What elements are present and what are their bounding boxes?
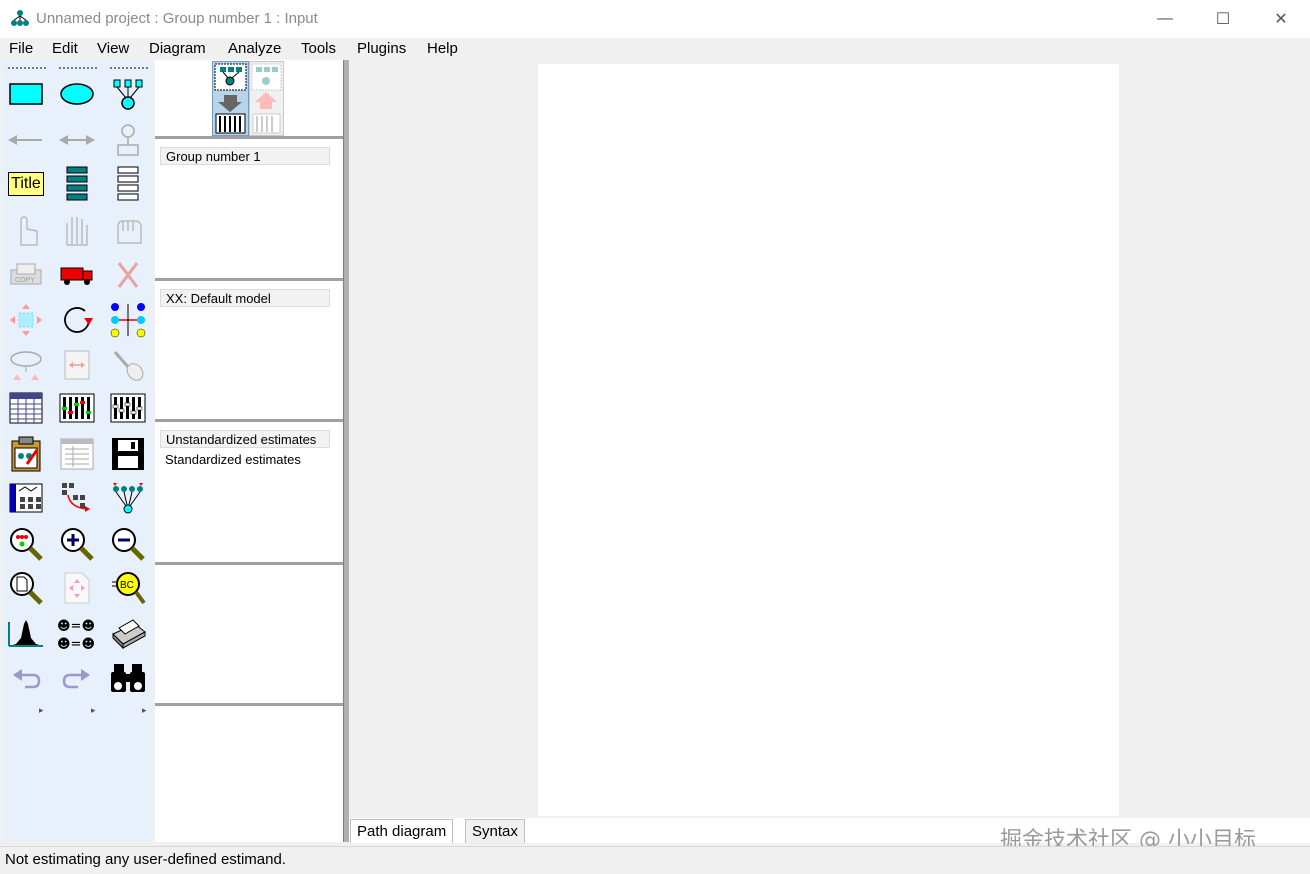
select-all-objects-icon[interactable] <box>57 210 97 250</box>
menu-help[interactable]: Help <box>427 40 458 57</box>
undo-icon[interactable] <box>6 658 46 698</box>
close-button[interactable]: ✕ <box>1252 0 1310 38</box>
toolbox-grip-1 <box>8 67 46 72</box>
bayesian-estimation-icon[interactable] <box>6 613 46 653</box>
more-tools-col3-icon[interactable]: ▸ <box>142 705 147 716</box>
zoom-page-icon[interactable] <box>6 568 46 608</box>
svg-text:☻=☻: ☻=☻ <box>57 619 95 634</box>
menu-tools[interactable]: Tools <box>301 40 336 57</box>
menu-diagram[interactable]: Diagram <box>149 40 206 57</box>
view-output-icon <box>251 63 282 134</box>
panel-separator-3 <box>155 419 343 422</box>
draw-covariance-icon[interactable] <box>57 120 97 160</box>
specification-search-icon[interactable] <box>108 658 148 698</box>
toolbox-grip-2 <box>59 67 97 72</box>
tab-syntax[interactable]: Syntax <box>465 819 525 843</box>
draw-path-icon[interactable] <box>6 120 46 160</box>
move-objects-icon[interactable] <box>57 255 97 295</box>
view-text-icon[interactable] <box>57 434 97 474</box>
maximize-button[interactable]: ☐ <box>1194 0 1252 38</box>
group-list-item[interactable]: Group number 1 <box>160 147 330 165</box>
title-bar: Unnamed project : Group number 1 : Input… <box>0 0 1310 38</box>
panel-separator-1 <box>155 136 343 139</box>
touch-up-icon[interactable] <box>108 345 148 385</box>
calculate-estimates-icon[interactable] <box>108 388 148 428</box>
unstandardized-estimates-item[interactable]: Unstandardized estimates <box>160 430 330 448</box>
select-one-object-icon[interactable] <box>6 210 46 250</box>
panel-separator-2 <box>155 278 343 281</box>
drag-properties-icon[interactable] <box>57 478 97 518</box>
figure-caption-icon[interactable]: Title <box>6 164 46 204</box>
minimize-button[interactable]: — <box>1136 0 1194 38</box>
title-tool-label: Title <box>8 172 44 196</box>
zoom-in-icon[interactable] <box>57 524 97 564</box>
tab-path-diagram[interactable]: Path diagram <box>350 819 454 843</box>
copy-to-clipboard-icon[interactable] <box>6 434 46 474</box>
standardized-estimates-item[interactable]: Standardized estimates <box>160 451 330 469</box>
toolbox-grip-3 <box>110 67 148 72</box>
diagram-page-canvas[interactable] <box>538 64 1119 816</box>
model-navigation-panel: Group number 1 XX: Default model Unstand… <box>155 60 343 842</box>
model-list-item[interactable]: XX: Default model <box>160 289 330 307</box>
svg-text:☻=☻: ☻=☻ <box>57 637 95 652</box>
view-input-button[interactable] <box>212 61 249 136</box>
multiple-group-analysis-icon[interactable]: ☻=☻ ☻=☻ <box>57 613 97 653</box>
view-input-icon <box>214 63 247 134</box>
list-variables-in-dataset-icon[interactable] <box>108 164 148 204</box>
zoom-in-area-icon[interactable] <box>6 524 46 564</box>
analysis-properties-icon[interactable] <box>57 388 97 428</box>
scroll-icon[interactable] <box>57 345 97 385</box>
erase-objects-icon[interactable] <box>108 255 148 295</box>
view-output-button[interactable] <box>249 61 284 136</box>
draw-unobserved-variable-icon[interactable] <box>57 74 97 114</box>
fit-to-page-icon[interactable] <box>57 568 97 608</box>
menu-analyze[interactable]: Analyze <box>228 40 281 57</box>
window-title: Unnamed project : Group number 1 : Input <box>36 10 318 27</box>
amos-app-icon <box>11 10 29 26</box>
draw-latent-indicator-icon[interactable] <box>108 74 148 114</box>
list-variables-in-model-icon[interactable] <box>57 164 97 204</box>
menu-view[interactable]: View <box>97 40 129 57</box>
loupe-icon[interactable]: BC <box>108 568 148 608</box>
status-text: Not estimating any user-defined estimand… <box>5 851 286 868</box>
add-unique-variable-icon[interactable] <box>108 120 148 160</box>
redo-icon[interactable] <box>57 658 97 698</box>
more-tools-col1-icon[interactable]: ▸ <box>39 705 44 716</box>
view-toggle <box>212 61 284 136</box>
duplicate-objects-icon[interactable]: COPY <box>6 255 46 295</box>
menu-plugins[interactable]: Plugins <box>357 40 406 57</box>
panel-separator-4 <box>155 562 343 565</box>
change-shape-icon[interactable] <box>6 300 46 340</box>
move-parameter-icon[interactable] <box>6 345 46 385</box>
toolbox-panel: Title COPY BC ☻=☻ ☻=☻ ▸ ▸ ▸ <box>2 60 153 842</box>
menu-bar: File Edit View Diagram Analyze Tools Plu… <box>0 38 1310 60</box>
deselect-all-objects-icon[interactable] <box>108 210 148 250</box>
print-diagram-icon[interactable] <box>108 613 148 653</box>
more-tools-col2-icon[interactable]: ▸ <box>91 705 96 716</box>
panel-separator-5 <box>155 703 343 706</box>
object-properties-icon[interactable] <box>6 478 46 518</box>
rotate-indicators-icon[interactable] <box>57 300 97 340</box>
draw-observed-variable-icon[interactable] <box>6 74 46 114</box>
svg-text:BC: BC <box>120 580 134 591</box>
save-diagram-icon[interactable] <box>108 434 148 474</box>
status-bar: Not estimating any user-defined estimand… <box>0 846 1310 874</box>
zoom-out-icon[interactable] <box>108 524 148 564</box>
menu-edit[interactable]: Edit <box>52 40 78 57</box>
reflect-indicators-icon[interactable] <box>108 300 148 340</box>
menu-file[interactable]: File <box>9 40 33 57</box>
svg-text:COPY: COPY <box>15 277 35 284</box>
preserve-symmetries-icon[interactable] <box>108 478 148 518</box>
select-data-files-icon[interactable] <box>6 388 46 428</box>
